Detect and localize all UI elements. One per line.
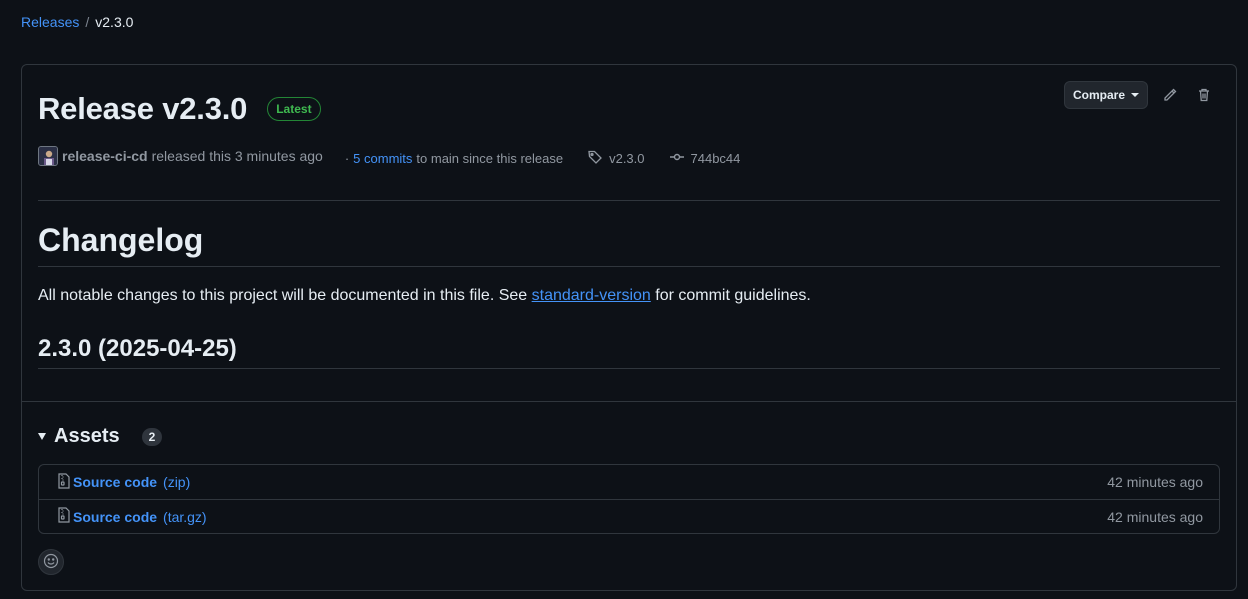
asset-name: Source code <box>73 474 158 490</box>
asset-format: (tar.gz) <box>163 508 207 525</box>
release-meta: release-ci-cd released this 3 minutes ag… <box>38 146 741 168</box>
standard-version-link[interactable]: standard-version <box>532 287 651 304</box>
assets-count-badge: 2 <box>141 427 163 446</box>
breadcrumb: Releases / v2.3.0 <box>21 14 133 30</box>
breadcrumb-releases-link[interactable]: Releases <box>21 14 79 30</box>
add-reaction-button[interactable] <box>38 549 64 575</box>
asset-name: Source code <box>73 508 158 525</box>
file-zip-icon <box>57 472 71 492</box>
release-header: Release v2.3.0 Latest <box>38 91 321 127</box>
assets-toggle[interactable]: Assets 2 <box>38 425 163 448</box>
latest-badge: Latest <box>267 97 321 121</box>
intro-text-after: for commit guidelines. <box>655 287 811 304</box>
author-info: release-ci-cd <box>38 146 152 166</box>
intro-text-before: All notable changes to this project will… <box>38 287 528 304</box>
divider <box>38 200 1220 201</box>
file-zip-icon <box>57 507 71 526</box>
author-name[interactable]: release-ci-cd <box>62 148 148 164</box>
commit-icon <box>669 149 685 168</box>
section-divider <box>22 401 1236 402</box>
compare-button[interactable]: Compare <box>1063 81 1148 109</box>
commit-info[interactable]: 744bc44 <box>669 149 741 168</box>
tag-icon <box>587 149 603 168</box>
commits-link[interactable]: 5 commits <box>353 151 412 166</box>
caret-down-icon <box>1131 93 1139 97</box>
trash-icon[interactable] <box>1192 83 1216 107</box>
release-title[interactable]: Release v2.3.0 <box>38 91 247 127</box>
tag-name: v2.3.0 <box>609 150 645 166</box>
asset-time: 42 minutes ago <box>1107 474 1203 490</box>
breadcrumb-current: v2.3.0 <box>95 14 134 30</box>
asset-link[interactable]: Source code (zip) <box>57 472 191 492</box>
released-time: released this 3 minutes ago <box>151 148 323 164</box>
commit-sha: 744bc44 <box>690 150 741 166</box>
assets-title: Assets <box>54 425 120 447</box>
tag-info[interactable]: v2.3.0 <box>587 149 645 168</box>
version-heading: 2.3.0 (2025-04-25) <box>38 335 237 362</box>
smiley-icon <box>43 553 59 572</box>
pencil-icon[interactable] <box>1158 83 1182 107</box>
asset-row: Source code (tar.gz) 42 minutes ago <box>39 499 1219 533</box>
divider <box>38 368 1220 369</box>
breadcrumb-separator: / <box>85 14 90 30</box>
commits-info: · 5 commits to main since this release <box>345 151 563 166</box>
asset-row: Source code (zip) 42 minutes ago <box>39 465 1219 499</box>
changelog-heading: Changelog <box>38 222 204 258</box>
commits-suffix: to main since this release <box>416 150 564 166</box>
asset-format: (zip) <box>163 474 191 490</box>
commits-dot: · <box>344 150 350 166</box>
asset-list: Source code (zip) 42 minutes ago Source … <box>38 464 1220 534</box>
divider <box>38 266 1220 267</box>
release-actions: Compare <box>1063 81 1216 109</box>
avatar[interactable] <box>38 146 58 166</box>
asset-time: 42 minutes ago <box>1107 508 1203 525</box>
changelog-intro: All notable changes to this project will… <box>38 287 811 305</box>
compare-label: Compare <box>1072 88 1125 102</box>
asset-link[interactable]: Source code (tar.gz) <box>57 507 207 526</box>
triangle-down-icon <box>38 433 46 440</box>
release-card: Release v2.3.0 Latest Compare release-ci… <box>21 64 1237 591</box>
